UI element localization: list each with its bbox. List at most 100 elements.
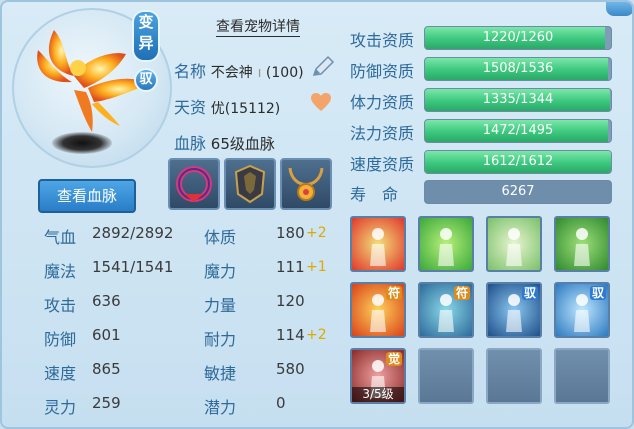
empty-skill-slot[interactable] <box>486 348 542 404</box>
aptitude-label: 速度资质 <box>350 155 415 174</box>
aptitude-label: 防御资质 <box>350 62 415 81</box>
life-bar: 6267 <box>424 180 612 204</box>
name-level: (100) <box>265 65 304 81</box>
skill-tag: 觉 <box>385 352 402 366</box>
attribute-label: 力量 <box>204 296 237 315</box>
aptitude-value: 1220/1260 <box>482 30 554 45</box>
stat-row: 速度 865 <box>44 360 121 384</box>
bloodline-value: 65级血脉 <box>210 135 275 153</box>
stat-value: 259 <box>92 394 121 412</box>
skill-slot[interactable] <box>486 216 542 272</box>
attribute-row: 力量 120 <box>204 292 305 316</box>
skill-slot[interactable]: 符 <box>418 282 474 338</box>
collar-icon <box>176 166 212 202</box>
empty-skill-slot[interactable] <box>418 348 474 404</box>
skill-slot[interactable] <box>350 216 406 272</box>
talent-value: 优(15112) <box>210 101 281 117</box>
stat-label: 魔法 <box>44 262 77 281</box>
panel-corner-button[interactable] <box>606 2 632 16</box>
lightning-palm-icon <box>506 228 522 266</box>
stat-label: 速度 <box>44 364 77 383</box>
aptitude-bar: 1612/1612 <box>424 150 612 174</box>
pet-info-panel: 变异 驭 查看血脉 查看宠物详情 名称 不会神 ı (100) 天资 优(151… <box>0 0 634 429</box>
stat-value: 601 <box>92 326 121 344</box>
aptitude-bar: 1508/1536 <box>424 57 612 81</box>
talent-row: 天资 优(15112) <box>174 94 280 118</box>
equip-slot-necklace[interactable] <box>280 158 332 210</box>
aptitude-value: 1612/1612 <box>482 154 554 169</box>
stat-row: 灵力 259 <box>44 394 121 418</box>
green-giant-icon <box>574 228 590 266</box>
attribute-row: 潜力 0 <box>204 394 286 418</box>
aptitude-value: 1335/1344 <box>482 92 554 107</box>
variant-badge: 变异 <box>132 10 160 62</box>
aptitude-value: 1508/1536 <box>482 61 554 76</box>
skill-level: 3/5级 <box>352 387 404 402</box>
view-pet-details-link[interactable]: 查看宠物详情 <box>216 18 300 37</box>
skill-slot[interactable] <box>418 216 474 272</box>
stat-label: 气血 <box>44 228 77 247</box>
attribute-value: 0 <box>276 394 286 412</box>
empty-skill-slot[interactable] <box>554 348 610 404</box>
aptitude-bar: 1335/1344 <box>424 88 612 112</box>
life-label: 寿 命 <box>350 185 399 204</box>
view-bloodline-button[interactable]: 查看血脉 <box>38 179 136 213</box>
stat-label: 攻击 <box>44 296 77 315</box>
skill-slot[interactable]: 符 <box>350 282 406 338</box>
pet-name-row: 名称 不会神 ı (100) <box>174 58 304 82</box>
attribute-value: 180 <box>276 224 305 242</box>
skill-slot[interactable]: 驭 <box>486 282 542 338</box>
bloodline-row: 血脉 65级血脉 <box>174 130 275 154</box>
attribute-bonus: +1 <box>306 259 327 275</box>
skill-tag: 驭 <box>521 286 538 300</box>
stat-label: 灵力 <box>44 398 77 417</box>
heart-icon[interactable] <box>310 92 332 112</box>
equip-slot-armor[interactable] <box>224 158 276 210</box>
attribute-row: 魔力 111 +1 <box>204 258 327 282</box>
pet-shadow <box>52 132 112 154</box>
stat-row: 魔法 1541/1541 <box>44 258 173 282</box>
aptitude-label: 体力资质 <box>350 93 415 112</box>
necklace-icon <box>288 167 324 201</box>
name-separator: ı <box>257 65 266 81</box>
aptitude-label: 攻击资质 <box>350 31 415 50</box>
aptitude-label: 法力资质 <box>350 124 415 143</box>
attribute-row: 体质 180 +2 <box>204 224 327 248</box>
attribute-value: 120 <box>276 292 305 310</box>
stat-row: 防御 601 <box>44 326 121 350</box>
aptitude-value: 1472/1495 <box>482 123 554 138</box>
talent-label: 天资 <box>174 98 207 117</box>
attribute-bonus: +2 <box>306 225 327 241</box>
armor-icon <box>234 164 266 204</box>
equip-slot-collar[interactable] <box>168 158 220 210</box>
stat-value: 865 <box>92 360 121 378</box>
skill-tag: 符 <box>385 286 402 300</box>
stat-value: 636 <box>92 292 121 310</box>
yu-badge: 驭 <box>134 68 158 92</box>
attribute-value: 114 <box>276 326 305 344</box>
stat-label: 防御 <box>44 330 77 349</box>
bloodline-label: 血脉 <box>174 134 207 153</box>
aptitude-bar: 1220/1260 <box>424 26 612 50</box>
attribute-value: 111 <box>276 258 305 276</box>
attribute-row: 敏捷 580 <box>204 360 305 384</box>
figure-green-burst-icon <box>438 228 454 266</box>
skill-tag: 符 <box>453 286 470 300</box>
attribute-label: 耐力 <box>204 330 237 349</box>
stat-row: 攻击 636 <box>44 292 121 316</box>
attribute-value: 580 <box>276 360 305 378</box>
attribute-label: 敏捷 <box>204 364 237 383</box>
skill-slot[interactable]: 驭 <box>554 282 610 338</box>
attribute-row: 耐力 114 +2 <box>204 326 327 350</box>
pencil-icon[interactable] <box>310 54 336 80</box>
stat-value: 2892/2892 <box>92 224 174 242</box>
skill-slot[interactable] <box>554 216 610 272</box>
skill-slot[interactable]: 觉 3/5级 <box>350 348 406 404</box>
attribute-bonus: +2 <box>306 327 327 343</box>
attribute-label: 体质 <box>204 228 237 247</box>
stat-row: 气血 2892/2892 <box>44 224 173 248</box>
attribute-label: 潜力 <box>204 398 237 417</box>
aptitude-bar: 1472/1495 <box>424 119 612 143</box>
name-value[interactable]: 不会神 <box>211 65 253 81</box>
stat-value: 1541/1541 <box>92 258 174 276</box>
